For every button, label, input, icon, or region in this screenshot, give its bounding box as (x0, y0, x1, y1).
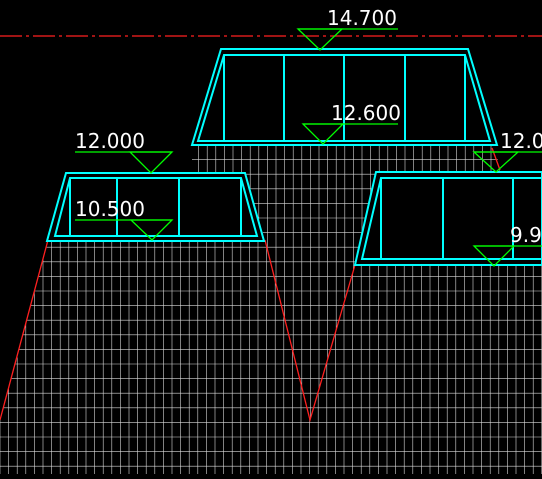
elevation-label-top-left: 12.000 (75, 129, 145, 153)
elevation-label-top-center: 14.700 (327, 6, 397, 30)
elevation-label-inner-right: 9.9 (510, 223, 542, 247)
elevation-marker-top-right (472, 151, 542, 173)
cad-drawing: 14.700 12.600 12.000 10.500 12.0 9.9 (0, 6, 542, 474)
fill-grid (0, 145, 542, 474)
elevation-label-inner-center: 12.600 (331, 101, 401, 125)
structure-center (190, 48, 499, 146)
cad-drawing-canvas: 14.700 12.600 12.000 10.500 12.0 9.9 (0, 0, 542, 474)
slope-line-right (491, 147, 501, 171)
structure-right (353, 171, 542, 266)
elevation-marker-top-center (296, 28, 398, 51)
elevation-marker-inner-right (472, 245, 542, 267)
elevation-marker-top-left (75, 151, 174, 174)
elevation-label-inner-left: 10.500 (75, 197, 145, 221)
elevation-label-top-right: 12.0 (500, 129, 542, 153)
elevation-labels: 14.700 12.600 12.000 10.500 12.0 9.9 (75, 6, 542, 247)
